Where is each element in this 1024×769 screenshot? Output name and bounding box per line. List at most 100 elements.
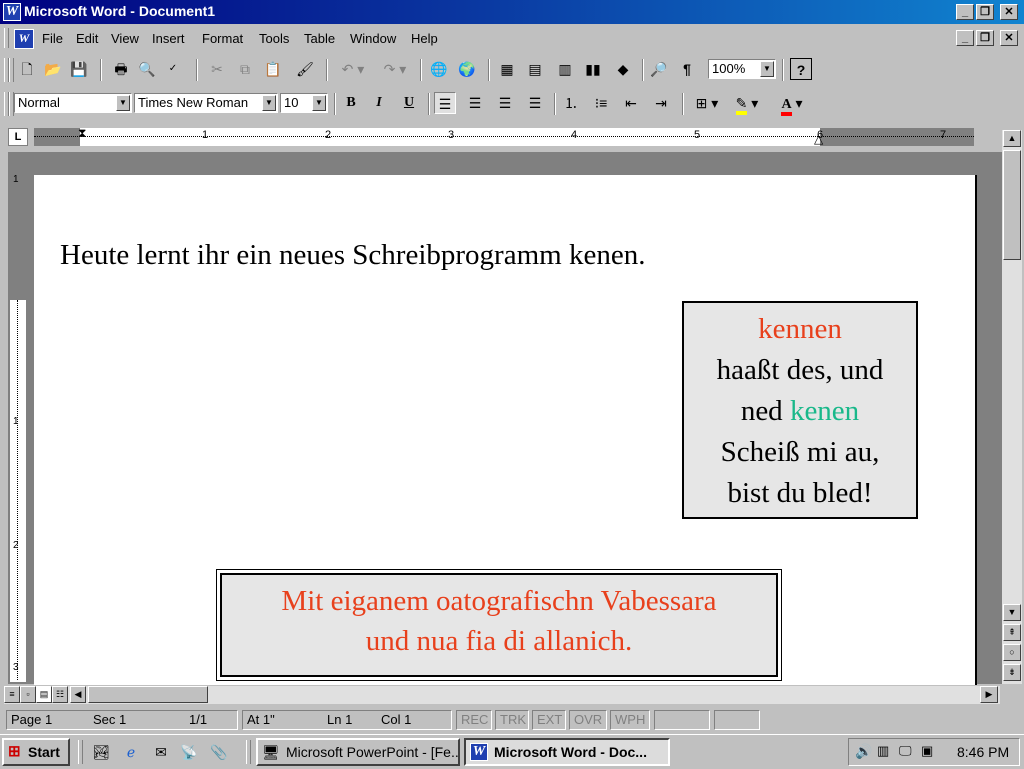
italic-button[interactable]: I — [368, 92, 390, 114]
bold-button[interactable]: B — [340, 92, 362, 114]
indent-marker-icon[interactable]: ⧗ — [78, 126, 86, 141]
tray-media-icon[interactable]: ▣ — [921, 743, 933, 759]
chevron-down-icon[interactable]: ▼ — [116, 95, 130, 111]
vertical-ruler[interactable]: 1 1 2 3 — [10, 160, 26, 682]
scroll-up-icon[interactable]: ▲ — [1003, 130, 1021, 147]
border-icon[interactable]: ⊞ ▾ — [690, 92, 724, 114]
align-right-icon[interactable]: ☰ — [494, 92, 516, 114]
previous-page-icon[interactable]: ⇞ — [1003, 624, 1021, 641]
clock[interactable]: 8:46 PM — [957, 744, 1009, 760]
show-desktop-icon[interactable]: 🏞 — [90, 741, 112, 763]
vertical-scrollbar[interactable]: ▲ ▼ ⇞ ○ ⇟ — [1002, 130, 1022, 684]
numbering-icon[interactable]: ⒈ — [560, 92, 582, 114]
decrease-indent-icon[interactable]: ⇤ — [620, 92, 642, 114]
outline-view-icon[interactable]: ☷ — [52, 686, 68, 703]
task-word[interactable]: W Microsoft Word - Doc... — [464, 738, 670, 766]
spelling-icon[interactable]: ✓ — [162, 58, 184, 80]
scroll-left-icon[interactable]: ◀ — [70, 686, 86, 703]
status-wph[interactable]: WPH — [610, 710, 650, 730]
bullets-icon[interactable]: ⁝≡ — [590, 92, 612, 114]
format-painter-icon[interactable]: 🖌 — [294, 58, 316, 80]
office-assistant-icon[interactable]: ? — [790, 58, 812, 80]
select-browse-object-icon[interactable]: ○ — [1003, 644, 1021, 661]
menu-format[interactable]: Format — [202, 31, 243, 46]
print-layout-icon[interactable]: ▤ — [36, 686, 52, 703]
style-select[interactable]: Normal ▼ — [14, 93, 132, 113]
tasks-grip[interactable] — [246, 740, 251, 764]
minimize-button[interactable]: _ — [956, 4, 974, 20]
hyperlink-icon[interactable]: 🌐 — [428, 58, 450, 80]
insert-table-icon[interactable]: ▤ — [524, 58, 546, 80]
start-button[interactable]: ⊞ Start — [2, 738, 70, 766]
menu-table[interactable]: Table — [304, 31, 335, 46]
doc-minimize-button[interactable]: _ — [956, 30, 974, 46]
status-rec[interactable]: REC — [456, 710, 492, 730]
highlight-icon[interactable]: ✎ ▾ — [730, 92, 764, 115]
horizontal-ruler[interactable]: ⧗ △ 1 2 3 4 5 6 7 — [34, 126, 974, 146]
close-button[interactable]: ✕ — [1000, 4, 1018, 20]
paste-icon[interactable]: 📋 — [262, 58, 284, 80]
tables-borders-icon[interactable]: ▦ — [496, 58, 518, 80]
scroll-down-icon[interactable]: ▼ — [1003, 604, 1021, 621]
copy-icon[interactable]: ⧉ — [234, 58, 256, 80]
quicklaunch-grip[interactable] — [78, 740, 83, 764]
next-page-icon[interactable]: ⇟ — [1003, 664, 1021, 681]
hscroll-thumb[interactable] — [88, 686, 208, 703]
volume-icon[interactable]: 🔊 — [855, 743, 872, 760]
align-center-icon[interactable]: ☰ — [464, 92, 486, 114]
horizontal-scrollbar[interactable]: ≡ ▫ ▤ ☷ ◀ ▶ — [4, 686, 1000, 704]
redo-icon[interactable]: ↷ ▾ — [378, 58, 412, 80]
word-icon[interactable]: W — [3, 3, 21, 21]
font-color-icon[interactable]: A ▾ — [772, 92, 812, 116]
drawing-icon[interactable]: ◆ — [612, 58, 634, 80]
text-box-dialect[interactable]: kennen haaßt des, und ned kenen Scheiß m… — [682, 301, 918, 519]
print-icon[interactable]: 🖶 — [110, 58, 132, 80]
chevron-down-icon[interactable]: ▼ — [312, 95, 326, 111]
tab-selector[interactable]: L — [8, 128, 28, 146]
status-spelling-area[interactable] — [654, 710, 710, 730]
doc-restore-button[interactable]: ❐ — [976, 30, 994, 46]
document-page[interactable]: Heute lernt ihr ein neues Schreibprogram… — [34, 175, 977, 685]
status-trk[interactable]: TRK — [495, 710, 529, 730]
align-left-icon[interactable]: ☰ — [434, 92, 456, 114]
menu-view[interactable]: View — [111, 31, 139, 46]
doc-close-button[interactable]: ✕ — [1000, 30, 1018, 46]
scroll-right-icon[interactable]: ▶ — [980, 686, 998, 703]
underline-button[interactable]: U — [398, 92, 420, 114]
font-size-select[interactable]: 10 ▼ — [280, 93, 328, 113]
status-ext[interactable]: EXT — [532, 710, 566, 730]
document-icon[interactable]: W — [14, 29, 34, 49]
print-preview-icon[interactable]: 🔍 — [136, 58, 158, 80]
internet-explorer-icon[interactable]: ℯ — [120, 741, 142, 763]
outlook-express-icon[interactable]: ✉ — [150, 741, 172, 763]
show-hide-icon[interactable]: ¶ — [676, 58, 698, 80]
restore-button[interactable]: ❐ — [976, 4, 994, 20]
menu-insert[interactable]: Insert — [152, 31, 185, 46]
menu-help[interactable]: Help — [411, 31, 438, 46]
menu-window[interactable]: Window — [350, 31, 396, 46]
open-folder-icon[interactable]: 📂 — [42, 58, 64, 80]
toolbar-grip-2[interactable] — [9, 58, 14, 82]
undo-icon[interactable]: ↶ ▾ — [336, 58, 370, 80]
menu-grip[interactable] — [4, 28, 9, 48]
channels-icon[interactable]: 📡 — [178, 741, 200, 763]
scroll-thumb[interactable] — [1003, 150, 1021, 260]
font-select[interactable]: Times New Roman ▼ — [134, 93, 278, 113]
menu-file[interactable]: File — [42, 31, 63, 46]
insert-excel-icon[interactable]: ▥ — [554, 58, 576, 80]
justify-icon[interactable]: ☰ — [524, 92, 546, 114]
increase-indent-icon[interactable]: ⇥ — [650, 92, 672, 114]
quicklaunch-extra-icon[interactable]: 📎 — [208, 741, 230, 763]
web-layout-icon[interactable]: ▫ — [20, 686, 36, 703]
cut-icon[interactable]: ✂ — [206, 58, 228, 80]
columns-icon[interactable]: ▮▮ — [582, 58, 604, 80]
document-map-icon[interactable]: 🔎 — [648, 58, 670, 80]
normal-view-icon[interactable]: ≡ — [4, 686, 20, 703]
title-bar[interactable]: W Microsoft Word - Document1 _ ❐ ✕ — [0, 0, 1024, 24]
web-toolbar-icon[interactable]: 🌍 — [456, 58, 478, 80]
menu-tools[interactable]: Tools — [259, 31, 289, 46]
chevron-down-icon[interactable]: ▼ — [262, 95, 276, 111]
save-icon[interactable]: 💾 — [68, 58, 90, 80]
status-ovr[interactable]: OVR — [569, 710, 607, 730]
menu-edit[interactable]: Edit — [76, 31, 98, 46]
